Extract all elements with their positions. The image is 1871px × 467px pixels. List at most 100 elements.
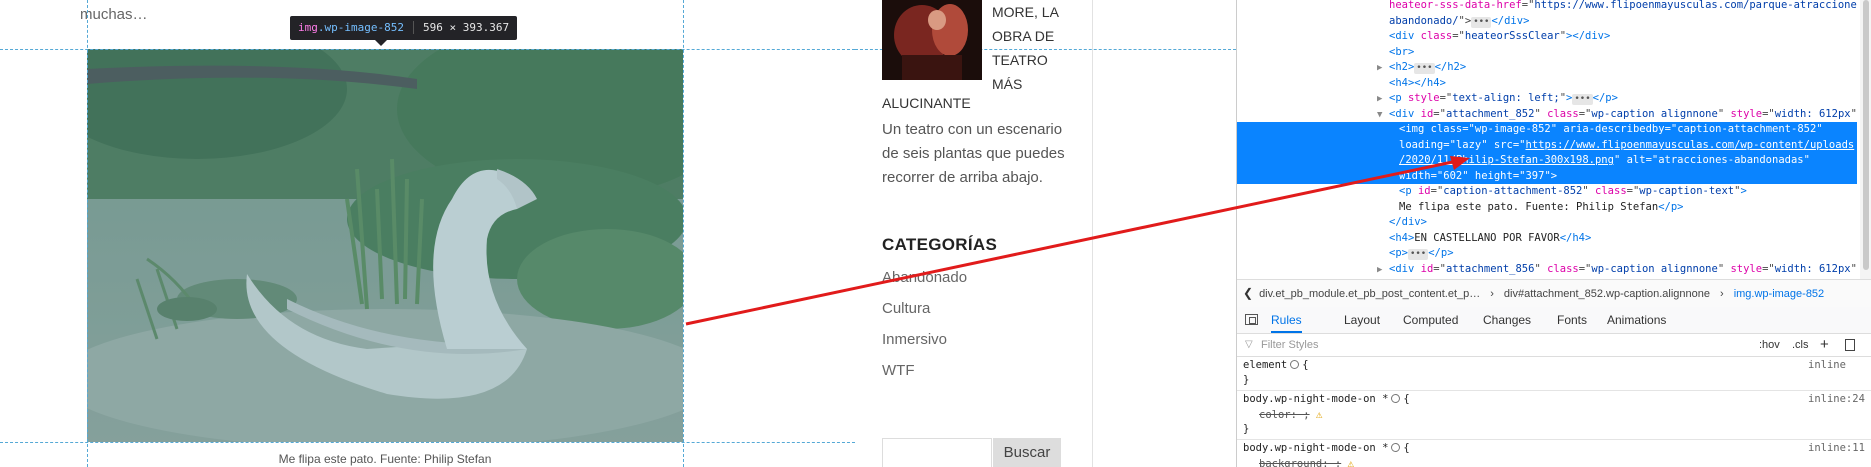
markup-node[interactable]: ▼ <div id="attachment_852" class="wp-capt… [1237, 107, 1857, 123]
rule-selector[interactable]: element [1243, 359, 1287, 371]
expand-toggle-icon[interactable]: ▼ [1377, 108, 1389, 124]
post-thumbnail[interactable] [882, 0, 982, 80]
inspector-tooltip: img.wp-image-852 596 × 393.367 [290, 16, 518, 46]
gear-icon[interactable] [1290, 360, 1300, 369]
rule-close: } [1243, 423, 1250, 435]
rule-open-brace: { [1403, 442, 1410, 454]
markup-node[interactable]: <h4>EN CASTELLANO POR FAVOR</h4> [1237, 231, 1857, 247]
expand-toggle-icon[interactable]: ▶ [1377, 263, 1389, 279]
filter-styles-input[interactable]: Filter Styles [1261, 334, 1318, 356]
post-title-tail[interactable]: ALUCINANTE [882, 95, 971, 111]
tab-rules[interactable]: Rules [1271, 307, 1302, 333]
breadcrumb-separator-icon: › [1720, 288, 1724, 300]
hov-toggle[interactable]: :hov [1759, 334, 1780, 356]
selected-node-line: <img class="wp-image-852" aria-described… [1399, 123, 1823, 135]
markup-node[interactable]: <p> ••• </p> [1237, 246, 1857, 262]
markup-node[interactable]: Me flipa este pato. Fuente: Philip Stefa… [1237, 200, 1857, 216]
gear-icon[interactable] [1391, 394, 1401, 403]
markup-scrollbar[interactable] [1860, 0, 1871, 279]
rule-open-brace: { [1302, 359, 1309, 371]
category-link[interactable]: Inmersivo [882, 329, 967, 360]
rule-source[interactable]: inline:11 [1808, 441, 1865, 456]
filter-bar: ▽ Filter Styles :hov .cls + [1237, 334, 1871, 357]
rule-source[interactable]: inline [1808, 358, 1846, 373]
breadcrumb-item-selected[interactable]: img.wp-image-852 [1734, 281, 1824, 307]
markup-node[interactable]: abandonado/"> ••• </div> [1237, 14, 1857, 30]
rule-open-brace: { [1403, 393, 1410, 405]
breadcrumb-item[interactable]: div#attachment_852.wp-caption.alignnone [1504, 281, 1710, 307]
rule-selector[interactable]: body.wp-night-mode-on * [1243, 393, 1388, 405]
markup-node[interactable]: ▶ <h2> ••• </h2> [1237, 60, 1857, 76]
post-title-line: TEATRO [992, 52, 1048, 68]
markup-node[interactable]: <div class="heateorSssClear"></div> [1237, 29, 1857, 45]
gear-icon[interactable] [1391, 443, 1401, 452]
print-simulation-icon[interactable] [1845, 339, 1855, 351]
guide-line-right [683, 0, 684, 467]
rule-close: } [1243, 374, 1250, 386]
breadcrumb-back-icon[interactable]: ❮ [1243, 280, 1253, 307]
markup-node[interactable]: </div> [1237, 215, 1857, 231]
rule-property[interactable]: color: ; [1259, 409, 1310, 421]
warning-icon: ⚠ [1347, 457, 1355, 467]
filter-icon: ▽ [1245, 339, 1253, 350]
tooltip-dimensions: 596 × 393.367 [412, 21, 510, 34]
tab-computed[interactable]: Computed [1403, 307, 1458, 333]
category-list: Abandonado Cultura Inmersivo WTF [882, 267, 967, 391]
rule-property[interactable]: background: ; [1259, 458, 1341, 467]
category-link[interactable]: Abandonado [882, 267, 967, 298]
devtools-panel: heateor-sss-data-href="https://www.flipo… [1236, 0, 1871, 467]
rule-header: body.wp-night-mode-on * { inline:24 [1243, 392, 1865, 407]
post-description: Un teatro con un escenario de seis plant… [882, 121, 1065, 186]
rule-declaration: background: ; ⚠ [1243, 456, 1354, 467]
add-rule-icon[interactable]: + [1820, 334, 1829, 356]
markup-tree[interactable]: heateor-sss-data-href="https://www.flipo… [1237, 0, 1857, 279]
toggle-sidebar-icon[interactable] [1245, 314, 1258, 325]
element-highlight-overlay [87, 49, 683, 442]
tab-fonts[interactable]: Fonts [1557, 307, 1587, 333]
search-input[interactable] [882, 438, 992, 467]
rule-header: element { inline [1243, 358, 1846, 373]
markup-node[interactable]: <p id="caption-attachment-852" class="wp… [1237, 184, 1857, 200]
selected-node-line: width="602" height="397"> [1399, 169, 1558, 182]
expand-toggle-icon[interactable]: ▶ [1377, 92, 1389, 108]
tab-animations[interactable]: Animations [1607, 307, 1666, 333]
post-title-line: MÁS [992, 76, 1023, 92]
post-content: muchas… img.wp-image-852 596 × 393.367 M… [0, 0, 855, 467]
markup-node[interactable]: ▶ <p style="text-align: left;"> ••• </p> [1237, 91, 1857, 107]
tooltip-tag: img [298, 21, 318, 34]
rule-declaration: color: ; ⚠ [1243, 407, 1323, 422]
category-link[interactable]: Cultura [882, 298, 967, 329]
image-caption: Me flipa este pato. Fuente: Philip Stefa… [278, 452, 492, 466]
category-link[interactable]: WTF [882, 360, 967, 391]
selected-node-line: loading="lazy" src="https://www.flipoenm… [1399, 138, 1855, 151]
rule-divider [1237, 439, 1871, 440]
breadcrumb-separator-icon: › [1490, 288, 1494, 300]
rule-header: body.wp-night-mode-on * { inline:11 [1243, 441, 1865, 456]
cls-toggle[interactable]: .cls [1792, 334, 1809, 356]
search-button[interactable]: Buscar [993, 438, 1061, 467]
webpage-viewport: muchas… img.wp-image-852 596 × 393.367 M… [0, 0, 1236, 467]
expand-toggle-icon[interactable]: ▶ [1377, 61, 1389, 77]
rules-pane: element { inline } body.wp-night-mode-on … [1237, 357, 1871, 467]
post-title-line: MORE, LA [992, 4, 1059, 20]
markup-node-selected[interactable]: <img class="wp-image-852" aria-described… [1237, 122, 1857, 184]
rule-divider [1237, 390, 1871, 391]
tooltip-class: .wp-image-852 [317, 21, 404, 34]
warning-icon: ⚠ [1315, 408, 1323, 421]
markup-node[interactable]: <br> [1237, 45, 1857, 61]
rule-selector[interactable]: body.wp-night-mode-on * [1243, 442, 1388, 454]
tab-layout[interactable]: Layout [1344, 307, 1380, 333]
markup-node[interactable]: <h4></h4> [1237, 76, 1857, 92]
markup-node[interactable]: heateor-sss-data-href="https://www.flipo… [1237, 0, 1857, 14]
breadcrumb-item[interactable]: div.et_pb_module.et_pb_post_content.et_p… [1259, 281, 1480, 307]
tab-changes[interactable]: Changes [1483, 307, 1531, 333]
sidebar-divider [1092, 0, 1093, 467]
sidebar: MORE, LA OBRA DE TEATRO MÁS ALUCINANTE U… [870, 0, 1092, 467]
post-title-line: OBRA DE [992, 28, 1055, 44]
markup-node[interactable]: ▶ <div id="attachment_856" class="wp-capt… [1237, 262, 1857, 278]
post-title[interactable]: MORE, LA OBRA DE TEATRO MÁS [992, 0, 1092, 96]
guide-line-bottom [0, 442, 855, 443]
guide-line-top [0, 49, 855, 50]
selected-node-line: /2020/11/Philip-Stefan-300x198.png" alt=… [1399, 154, 1810, 166]
rule-source[interactable]: inline:24 [1808, 392, 1865, 407]
